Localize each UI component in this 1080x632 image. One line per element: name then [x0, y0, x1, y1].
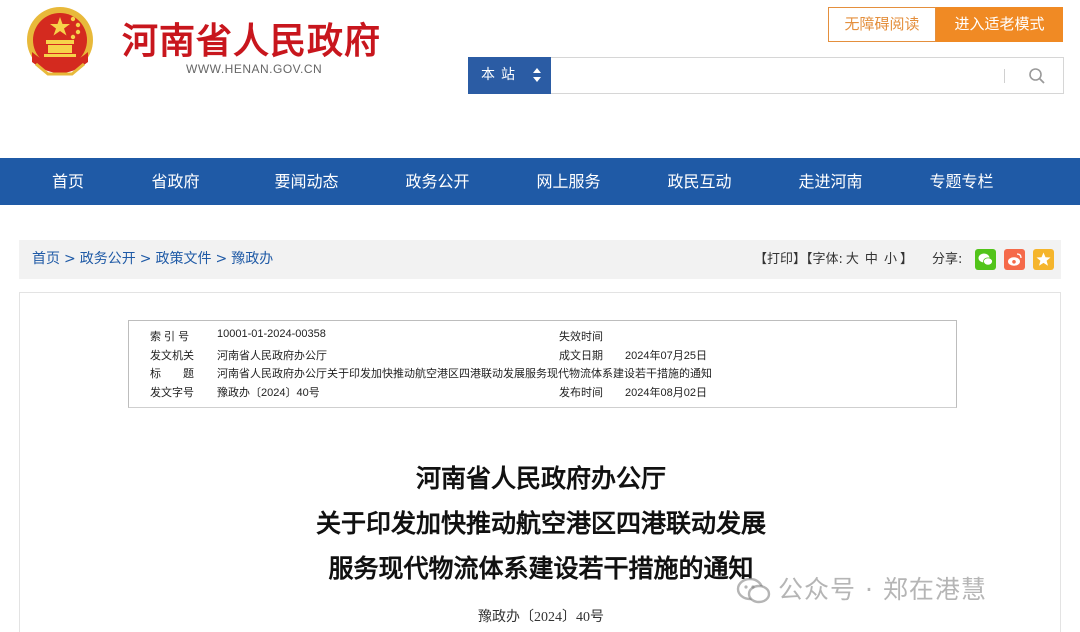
search-divider: [1004, 69, 1005, 83]
search-input[interactable]: [555, 62, 965, 89]
meta-doc-no-value: 豫政办〔2024〕40号: [217, 387, 320, 399]
search-box: 本站: [468, 57, 1064, 94]
meta-issuer-label: 发文机关: [150, 350, 194, 362]
font-size-large[interactable]: 大: [846, 252, 859, 267]
elder-mode-button[interactable]: 进入适老模式: [936, 7, 1063, 42]
document-metadata-table: 索 引 号 10001-01-2024-00358 失效时间 发文机关 河南省人…: [128, 320, 957, 408]
site-name[interactable]: 河南省人民政府: [122, 12, 381, 64]
weibo-icon: [1008, 253, 1022, 266]
search-scope-label: 本站: [481, 67, 521, 83]
document-number: 豫政办〔2024〕40号: [478, 610, 604, 625]
nav-item-news[interactable]: 要闻动态: [241, 158, 372, 205]
wechat-official-icon: [736, 577, 771, 604]
meta-title-value: 河南省人民政府办公厅关于印发加快推动航空港区四港联动发展服务现代物流体系建设若干…: [217, 368, 712, 380]
font-size-close: 】: [899, 252, 913, 267]
site-domain: WWW.HENAN.GOV.CN: [186, 62, 323, 76]
nav-item-home[interactable]: 首页: [26, 158, 110, 205]
breadcrumb-policy-docs[interactable]: 政策文件: [155, 251, 211, 267]
breadcrumb-separator: >: [139, 251, 152, 267]
meta-date-label: 成文日期: [559, 350, 603, 362]
meta-row: 发文机关 河南省人民政府办公厅 成文日期 2024年07月25日: [129, 347, 956, 365]
print-button[interactable]: 【打印】: [754, 252, 806, 267]
accessible-reading-button[interactable]: 无障碍阅读: [828, 7, 936, 42]
font-size-small[interactable]: 小: [884, 252, 897, 267]
nav-item-about-henan[interactable]: 走进河南: [765, 158, 896, 205]
nav-item-government[interactable]: 省政府: [110, 158, 241, 205]
meta-index-value: 10001-01-2024-00358: [217, 328, 326, 340]
breadcrumb: 首页 > 政务公开 > 政策文件 > 豫政办: [32, 240, 273, 279]
meta-title-label: 标 题: [150, 368, 194, 380]
meta-expiry-label: 失效时间: [559, 331, 603, 343]
meta-index-label: 索 引 号: [150, 331, 190, 343]
breadcrumb-bar: 首页 > 政务公开 > 政策文件 > 豫政办 【打印】【字体: 大中小】 分享:: [19, 240, 1061, 279]
breadcrumb-public-affairs[interactable]: 政务公开: [80, 251, 136, 267]
site-header: 河南省人民政府 WWW.HENAN.GOV.CN 无障碍阅读 进入适老模式 本站: [0, 0, 1080, 158]
breadcrumb-current[interactable]: 豫政办: [231, 251, 273, 267]
meta-row: 标 题 河南省人民政府办公厅关于印发加快推动航空港区四港联动发展服务现代物流体系…: [129, 365, 956, 383]
meta-row: 索 引 号 10001-01-2024-00358 失效时间: [129, 328, 956, 346]
watermark-text: 公众号 · 郑在港慧: [778, 575, 987, 604]
share-weibo-button[interactable]: [1004, 249, 1025, 270]
breadcrumb-separator: >: [64, 251, 76, 267]
meta-doc-no-label: 发文字号: [150, 387, 194, 399]
document-title-line: 关于印发加快推动航空港区四港联动发展: [315, 509, 766, 538]
watermark: 公众号 · 郑在港慧: [736, 570, 987, 606]
share-qzone-button[interactable]: [1033, 249, 1054, 270]
star-icon: [1036, 252, 1051, 266]
national-emblem-icon[interactable]: [22, 4, 98, 82]
page-tools: 【打印】【字体: 大中小】: [754, 240, 913, 279]
breadcrumb-home[interactable]: 首页: [32, 251, 60, 267]
nav-item-interaction[interactable]: 政民互动: [634, 158, 765, 205]
nav-item-topics[interactable]: 专题专栏: [896, 158, 1027, 205]
document-title-line: 河南省人民政府办公厅: [415, 464, 666, 493]
breadcrumb-separator: >: [215, 251, 228, 267]
sort-arrows-icon: [533, 68, 541, 82]
meta-date-value: 2024年07月25日: [625, 350, 707, 362]
share-label: 分享:: [932, 252, 963, 267]
meta-publish-value: 2024年08月02日: [625, 387, 707, 399]
search-icon[interactable]: [1027, 66, 1047, 86]
share-wechat-button[interactable]: [975, 249, 996, 270]
main-nav: 首页 省政府 要闻动态 政务公开 网上服务 政民互动 走进河南 专题专栏: [0, 158, 1080, 205]
nav-item-public-affairs[interactable]: 政务公开: [372, 158, 503, 205]
nav-item-online-services[interactable]: 网上服务: [503, 158, 634, 205]
font-size-medium[interactable]: 中: [865, 252, 878, 267]
search-scope-select[interactable]: 本站: [468, 57, 551, 94]
meta-publish-label: 发布时间: [559, 387, 603, 399]
font-size-label: 【字体:: [806, 252, 843, 267]
meta-row: 发文字号 豫政办〔2024〕40号 发布时间 2024年08月02日: [129, 384, 956, 402]
wechat-icon: [978, 253, 993, 266]
meta-issuer-value: 河南省人民政府办公厅: [217, 350, 327, 362]
